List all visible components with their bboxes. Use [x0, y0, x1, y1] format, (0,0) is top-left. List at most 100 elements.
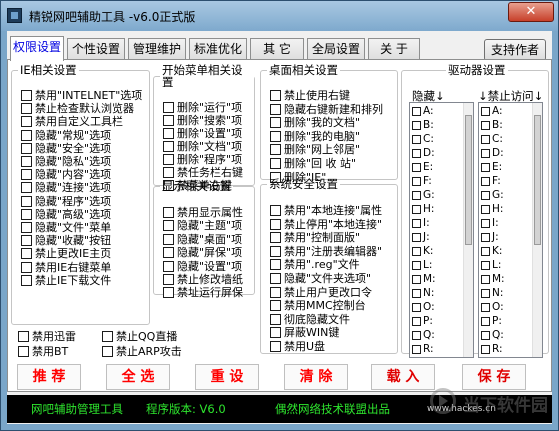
- drive-option[interactable]: Q:: [412, 329, 435, 342]
- checkbox-option[interactable]: 隐藏"文件夹选项": [270, 272, 371, 285]
- checkbox[interactable]: [21, 195, 32, 207]
- checkbox[interactable]: [21, 129, 32, 141]
- checkbox[interactable]: [270, 341, 281, 352]
- checkbox[interactable]: [412, 275, 421, 284]
- checkbox[interactable]: [163, 207, 174, 218]
- checkbox[interactable]: [270, 90, 281, 101]
- checkbox[interactable]: [270, 273, 281, 284]
- checkbox[interactable]: [412, 149, 421, 158]
- hide-drive-list[interactable]: A: B: C: D: E: F: G: H: I: J: K: L: M: N: O: P: Q: R:: [409, 102, 474, 358]
- checkbox[interactable]: [412, 331, 421, 340]
- drive-option[interactable]: F:: [412, 175, 432, 188]
- checkbox[interactable]: [163, 220, 174, 232]
- checkbox-option[interactable]: 隐藏"屏保"项: [163, 246, 242, 259]
- checkbox[interactable]: [481, 121, 490, 130]
- checkbox-option[interactable]: 隐藏"内容"选项: [21, 168, 111, 181]
- checkbox[interactable]: [412, 317, 421, 326]
- drive-option[interactable]: L:: [412, 259, 432, 272]
- checkbox-option[interactable]: 禁用自定义工具栏: [21, 115, 123, 128]
- checkbox[interactable]: [412, 107, 421, 116]
- reset-button[interactable]: 重 设: [195, 364, 259, 390]
- clear-button[interactable]: 清 除: [284, 364, 348, 390]
- checkbox[interactable]: [102, 331, 113, 342]
- checkbox[interactable]: [412, 261, 421, 270]
- checkbox-option[interactable]: 禁用"本地连接"属性: [270, 204, 382, 217]
- checkbox[interactable]: [270, 144, 281, 156]
- checkbox-option[interactable]: 隐藏"文件"菜单: [21, 221, 111, 234]
- tab-personal[interactable]: 个性设置: [67, 38, 125, 60]
- checkbox-option[interactable]: 禁用MMC控制台: [270, 299, 366, 312]
- checkbox[interactable]: [270, 245, 281, 257]
- checkbox-option[interactable]: 隐藏"收藏"按钮: [21, 234, 111, 247]
- checkbox[interactable]: [270, 259, 281, 271]
- checkbox-option[interactable]: 隐藏右键新建和排列: [270, 103, 383, 116]
- tab-other[interactable]: 其 它: [250, 38, 304, 60]
- scrollbar-thumb[interactable]: [465, 115, 472, 245]
- drive-option[interactable]: N:: [412, 287, 434, 300]
- checkbox-option[interactable]: 禁止停用"本地连接": [270, 218, 382, 231]
- checkbox[interactable]: [481, 247, 490, 256]
- checkbox[interactable]: [21, 156, 32, 167]
- tab-global[interactable]: 全局设置: [307, 38, 365, 60]
- checkbox-option[interactable]: 隐藏"设置"项: [163, 260, 242, 273]
- checkbox[interactable]: [270, 286, 281, 298]
- checkbox-option[interactable]: 删除"我的电脑": [270, 130, 360, 143]
- checkbox[interactable]: [21, 182, 32, 194]
- checkbox-option[interactable]: 删除"回 收 站": [270, 157, 356, 170]
- checkbox[interactable]: [412, 289, 421, 298]
- checkbox[interactable]: [21, 169, 32, 181]
- checkbox[interactable]: [481, 261, 490, 270]
- drive-option[interactable]: O:: [412, 301, 435, 314]
- checkbox[interactable]: [412, 191, 421, 200]
- tab-about[interactable]: 关 于: [368, 38, 420, 60]
- checkbox-option[interactable]: 禁止修改墙纸: [163, 273, 243, 286]
- checkbox[interactable]: [163, 102, 174, 113]
- checkbox[interactable]: [270, 117, 281, 129]
- checkbox-option[interactable]: 禁址运行屏保: [163, 286, 243, 299]
- checkbox-option[interactable]: 屏蔽WIN键: [270, 326, 339, 339]
- select-all-button[interactable]: 全 选: [106, 364, 170, 390]
- drive-option[interactable]: M:: [481, 273, 505, 286]
- checkbox[interactable]: [481, 303, 490, 312]
- checkbox[interactable]: [481, 191, 490, 200]
- checkbox[interactable]: [270, 205, 281, 216]
- checkbox[interactable]: [21, 235, 32, 247]
- drive-option[interactable]: H:: [481, 203, 503, 216]
- scrollbar-thumb[interactable]: [534, 115, 541, 245]
- checkbox[interactable]: [163, 260, 174, 272]
- checkbox[interactable]: [18, 346, 29, 357]
- tab-permissions[interactable]: 权限设置: [10, 36, 64, 61]
- close-button[interactable]: ✕: [508, 2, 554, 22]
- drive-option[interactable]: O:: [481, 301, 504, 314]
- drive-option[interactable]: P:: [481, 315, 502, 328]
- checkbox[interactable]: [481, 233, 490, 242]
- drive-option[interactable]: A:: [481, 105, 503, 118]
- checkbox-option[interactable]: 禁用".reg"文件: [270, 258, 360, 271]
- checkbox-option[interactable]: 隐藏"桌面"项: [163, 233, 242, 246]
- checkbox-option[interactable]: 禁止ARP攻击: [102, 345, 182, 358]
- checkbox-option[interactable]: 禁用迅雷: [18, 330, 76, 343]
- checkbox[interactable]: [270, 232, 281, 244]
- load-button[interactable]: 载 入: [371, 364, 435, 390]
- title-bar[interactable]: 精锐网吧辅助工具 -v6.0正式版 ✕: [1, 1, 558, 31]
- scrollbar[interactable]: [532, 103, 542, 357]
- drive-option[interactable]: I:: [481, 217, 499, 230]
- drive-option[interactable]: N:: [481, 287, 503, 300]
- tab-optimize[interactable]: 标准优化: [189, 38, 247, 60]
- checkbox[interactable]: [481, 177, 490, 186]
- checkbox[interactable]: [163, 128, 174, 139]
- drive-option[interactable]: B:: [481, 119, 503, 132]
- checkbox[interactable]: [21, 142, 32, 154]
- checkbox[interactable]: [21, 103, 32, 115]
- drive-option[interactable]: B:: [412, 119, 434, 132]
- checkbox[interactable]: [102, 346, 113, 357]
- checkbox-option[interactable]: 禁止使用右键: [270, 89, 350, 102]
- checkbox[interactable]: [21, 90, 32, 101]
- checkbox-option[interactable]: 禁用"注册表编辑器": [270, 245, 382, 258]
- checkbox-option[interactable]: 删除"程序"项: [163, 153, 242, 166]
- checkbox[interactable]: [481, 149, 490, 158]
- save-button[interactable]: 保 存: [462, 364, 526, 390]
- drive-option[interactable]: P:: [412, 315, 433, 328]
- checkbox[interactable]: [481, 163, 490, 172]
- drive-option[interactable]: E:: [412, 161, 433, 174]
